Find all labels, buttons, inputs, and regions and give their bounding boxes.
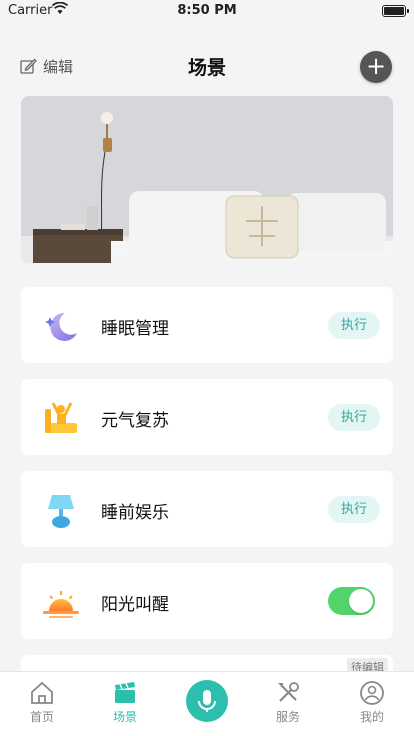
scene-name: 睡眠管理	[101, 319, 169, 339]
scene-name: 阳光叫醒	[101, 595, 169, 615]
battery-icon	[382, 5, 409, 17]
scene-toggle[interactable]	[328, 587, 375, 615]
bedroom-illustration	[21, 96, 393, 263]
tab-label: 服务	[275, 710, 300, 724]
scene-card-sunrise-wakeup[interactable]: 阳光叫醒	[21, 563, 393, 639]
toggle-knob	[349, 589, 373, 613]
stretch-icon	[45, 402, 77, 433]
status-bar: Carrier 8:50 PM	[0, 0, 414, 22]
sunrise-icon	[43, 591, 79, 618]
tab-bar: 首页 场景 服务 我的	[0, 671, 414, 736]
voice-assistant-button[interactable]	[186, 680, 228, 722]
lamp-icon	[48, 495, 74, 528]
scene-name: 元气复苏	[101, 411, 169, 431]
scene-card-revive[interactable]: 元气复苏 执行	[21, 379, 393, 455]
scene-card-sleep[interactable]: 睡眠管理 执行	[21, 287, 393, 363]
execute-button[interactable]: 执行	[328, 404, 380, 431]
page-title: 场景	[187, 57, 226, 79]
execute-button[interactable]: 执行	[328, 312, 380, 339]
moon-star-icon	[45, 312, 77, 341]
add-scene-button[interactable]: +	[360, 51, 392, 83]
scene-card-bedtime-entertainment[interactable]: 睡前娱乐 执行	[21, 471, 393, 547]
scene-name: 睡前娱乐	[101, 503, 169, 523]
home-icon	[31, 681, 53, 704]
tab-profile[interactable]: 我的	[342, 680, 402, 725]
tab-services[interactable]: 服务	[258, 680, 318, 725]
tools-icon	[278, 682, 299, 702]
clock: 8:50 PM	[177, 3, 237, 18]
scene-banner-image	[21, 96, 393, 263]
plus-icon: +	[365, 52, 387, 80]
tab-label: 首页	[29, 710, 54, 724]
user-icon	[360, 681, 384, 705]
microphone-icon	[198, 690, 216, 712]
execute-button[interactable]: 执行	[328, 496, 380, 523]
clapperboard-icon	[115, 682, 135, 703]
tab-home[interactable]: 首页	[12, 680, 72, 725]
tab-scene[interactable]: 场景	[95, 680, 155, 725]
nav-header: 编辑 场景 +	[0, 44, 414, 88]
tab-label: 场景	[112, 710, 137, 724]
tab-label: 我的	[359, 710, 384, 724]
